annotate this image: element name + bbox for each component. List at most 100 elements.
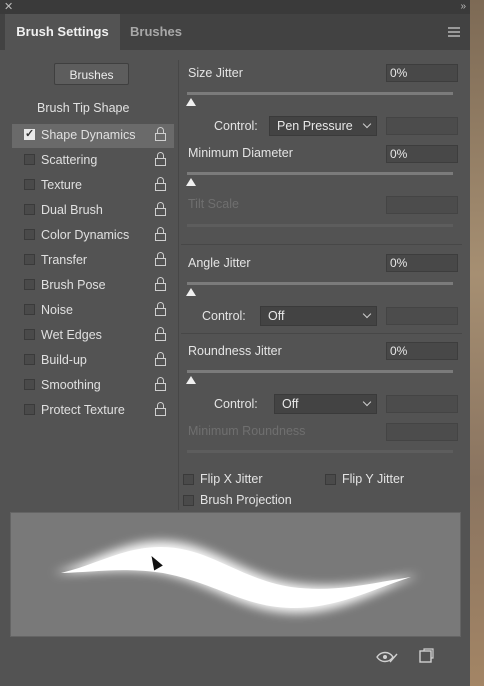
sidebar-item-color-dynamics[interactable]: Color Dynamics — [12, 224, 174, 248]
sidebar-item-label: Scattering — [41, 153, 98, 167]
angle-jitter-label: Angle Jitter — [188, 256, 251, 270]
control-label-3: Control: — [214, 397, 258, 411]
close-icon[interactable]: ✕ — [4, 0, 13, 14]
sidebar-item-label: Transfer — [41, 253, 88, 267]
sidebar-item-label: Build-up — [41, 353, 87, 367]
sidebar-item-label: Shape Dynamics — [41, 128, 136, 142]
checkbox[interactable] — [24, 379, 35, 390]
flip-y-label: Flip Y Jitter — [342, 472, 405, 486]
checkbox[interactable] — [24, 304, 35, 315]
sidebar-item-scattering[interactable]: Scattering — [12, 149, 174, 173]
sidebar-item-label: Smoothing — [41, 378, 101, 392]
lock-icon[interactable] — [154, 302, 167, 317]
sidebar-item-label: Color Dynamics — [41, 228, 130, 242]
checkbox[interactable] — [24, 279, 35, 290]
brushes-button[interactable]: Brushes — [54, 63, 129, 85]
minimum-roundness-slider-track — [187, 450, 453, 453]
lock-icon[interactable] — [154, 327, 167, 342]
sidebar-item-wet-edges[interactable]: Wet Edges — [12, 324, 174, 348]
toggle-preview-icon[interactable] — [376, 651, 398, 663]
angle-jitter-slider-track[interactable] — [187, 282, 453, 285]
sidebar-item-build-up[interactable]: Build-up — [12, 349, 174, 373]
minimum-diameter-label: Minimum Diameter — [188, 146, 293, 160]
divider — [178, 60, 179, 510]
new-preset-icon[interactable] — [418, 648, 434, 664]
size-jitter-input[interactable]: 0% — [386, 64, 458, 82]
minimum-roundness-input — [386, 423, 458, 441]
lock-icon[interactable] — [154, 377, 167, 392]
sidebar-item-transfer[interactable]: Transfer — [12, 249, 174, 273]
tilt-scale-label: Tilt Scale — [188, 197, 239, 211]
flip-x-checkbox[interactable] — [183, 474, 194, 485]
minimum-diameter-slider-track[interactable] — [187, 172, 453, 175]
checkbox[interactable] — [24, 254, 35, 265]
control-label-1: Control: — [214, 119, 258, 133]
control-extra-input-3 — [386, 395, 458, 413]
sidebar-item-protect-texture[interactable]: Protect Texture — [12, 399, 174, 423]
sidebar-item-dual-brush[interactable]: Dual Brush — [12, 199, 174, 223]
checkbox[interactable] — [24, 154, 35, 165]
lock-icon[interactable] — [154, 252, 167, 267]
control-label-2: Control: — [202, 309, 246, 323]
roundness-jitter-slider-track[interactable] — [187, 370, 453, 373]
tab-brushes[interactable]: Brushes — [130, 14, 182, 50]
chevron-down-icon — [362, 397, 372, 407]
sidebar-item-texture[interactable]: Texture — [12, 174, 174, 198]
roundness-jitter-input[interactable]: 0% — [386, 342, 458, 360]
brush-settings-panel: ✕ » Brush Settings Brushes Brushes Brush… — [0, 0, 470, 686]
angle-jitter-input[interactable]: 0% — [386, 254, 458, 272]
control-extra-input-2 — [386, 307, 458, 325]
angle-jitter-slider-thumb[interactable] — [186, 288, 196, 296]
background-canvas-edge — [470, 0, 484, 686]
sidebar-item-smoothing[interactable]: Smoothing — [12, 374, 174, 398]
control-select-3-value: Off — [282, 397, 299, 411]
minimum-diameter-input[interactable]: 0% — [386, 145, 458, 163]
checkbox[interactable] — [24, 354, 35, 365]
stroke-preview — [10, 512, 461, 637]
brush-stroke-preview — [53, 541, 419, 614]
chevron-down-icon — [362, 119, 372, 129]
panel-menu-icon[interactable] — [448, 27, 460, 37]
flip-y-checkbox[interactable] — [325, 474, 336, 485]
sidebar-item-brush-pose[interactable]: Brush Pose — [12, 274, 174, 298]
lock-icon[interactable] — [154, 177, 167, 192]
checkbox[interactable] — [24, 179, 35, 190]
lock-icon[interactable] — [154, 202, 167, 217]
roundness-jitter-slider-thumb[interactable] — [186, 376, 196, 384]
sidebar-item-noise[interactable]: Noise — [12, 299, 174, 323]
minimum-roundness-label: Minimum Roundness — [188, 424, 306, 438]
lock-icon[interactable] — [154, 127, 167, 142]
panel-title-bar[interactable]: ✕ » — [0, 0, 470, 14]
tilt-scale-input — [386, 196, 458, 214]
lock-icon[interactable] — [154, 402, 167, 417]
tab-brush-settings[interactable]: Brush Settings — [5, 14, 120, 50]
section-divider — [181, 244, 462, 245]
lock-icon[interactable] — [154, 227, 167, 242]
lock-icon[interactable] — [154, 352, 167, 367]
lock-icon[interactable] — [154, 152, 167, 167]
minimum-diameter-slider-thumb[interactable] — [186, 178, 196, 186]
checkbox[interactable] — [24, 127, 35, 140]
control-select-2-value: Off — [268, 309, 285, 323]
size-jitter-slider-track[interactable] — [187, 92, 453, 95]
control-select-2[interactable]: Off — [260, 306, 377, 326]
checkbox[interactable] — [24, 329, 35, 340]
tilt-scale-slider-track — [187, 224, 453, 227]
brush-tip-shape-item[interactable]: Brush Tip Shape — [37, 101, 129, 115]
checkbox[interactable] — [24, 404, 35, 415]
brush-projection-checkbox[interactable] — [183, 495, 194, 506]
checkbox[interactable] — [24, 204, 35, 215]
control-select-1-value: Pen Pressure — [277, 119, 353, 133]
sidebar-item-shape-dynamics[interactable]: Shape Dynamics — [12, 124, 174, 148]
size-jitter-slider-thumb[interactable] — [186, 98, 196, 106]
control-select-3[interactable]: Off — [274, 394, 377, 414]
sidebar-item-label: Brush Pose — [41, 278, 106, 292]
lock-icon[interactable] — [154, 277, 167, 292]
collapse-icon[interactable]: » — [460, 0, 465, 14]
sidebar-item-label: Wet Edges — [41, 328, 102, 342]
control-select-1[interactable]: Pen Pressure — [269, 116, 377, 136]
sidebar-item-label: Dual Brush — [41, 203, 103, 217]
sidebar-item-label: Protect Texture — [41, 403, 125, 417]
section-divider — [181, 333, 462, 334]
checkbox[interactable] — [24, 229, 35, 240]
